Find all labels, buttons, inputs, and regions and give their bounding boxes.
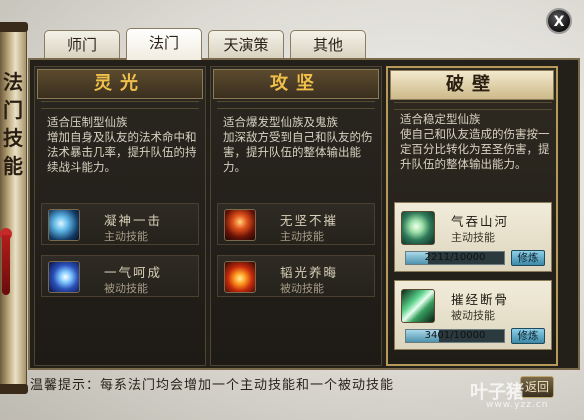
spirit-beast-icon [48,209,80,241]
skill-card[interactable]: 摧经断骨 被动技能 3401/10000 修炼 [394,280,552,350]
skill-type: 主动技能 [104,230,148,243]
tab-shimen[interactable]: 师门 [44,30,120,58]
train-button[interactable]: 修炼 [511,250,545,266]
skill-name: 凝神一击 [104,213,163,228]
description-text: 适合爆发型仙族及鬼族 加深敌方受到自己和队友的伤害，提升队伍的整体输出能力。 [223,115,373,174]
tab-other[interactable]: 其他 [290,30,366,58]
skill-type: 被动技能 [104,282,148,295]
main-panel: 灵光 适合压制型仙族 增加自身及队友的法术命中和法术暴击几率，提升队伍的持续战斗… [28,58,580,370]
skill-card[interactable]: 一气呵成 被动技能 [41,255,199,297]
training-progress-bar: 2211/10000 [405,251,505,265]
fire-burst-icon [224,261,256,293]
tab-tianyance[interactable]: 天演策 [208,30,284,58]
tab-famen[interactable]: 法门 [126,28,202,60]
skill-card[interactable]: 韬光养晦 被动技能 [217,255,375,297]
column-title: 攻坚 [213,69,379,99]
skill-type: 主动技能 [280,230,324,243]
progress-text: 3401/10000 [424,330,486,341]
skill-card[interactable]: 气吞山河 主动技能 2211/10000 修炼 [394,202,552,272]
dragon-head-icon [401,211,435,245]
description-text: 适合压制型仙族 增加自身及队友的法术命中和法术暴击几率，提升队伍的持续战斗能力。 [47,115,197,174]
skill-name: 韬光养晦 [280,265,339,280]
description-text: 适合稳定型仙族 使自己和队友造成的伤害按一定百分比转化为至圣伤害，提升队伍的整体… [400,112,550,171]
side-scroll: 法门技能 [0,22,28,394]
skill-window: 法门技能 X 师门 法门 天演策 其他 灵光 适合压制型仙族 增加自身及队友的法… [0,0,584,420]
blue-swirl-icon [48,261,80,293]
fire-warrior-icon [224,209,256,241]
column-description: 适合稳定型仙族 使自己和队友造成的伤害按一定百分比转化为至圣伤害，提升队伍的整体… [400,112,552,172]
column-description: 适合爆发型仙族及鬼族 加深敌方受到自己和队友的伤害，提升队伍的整体输出能力。 [223,115,375,175]
column-title: 破壁 [390,70,554,100]
green-blades-icon [401,289,435,323]
column-description: 适合压制型仙族 增加自身及队友的法术命中和法术暴击几率，提升队伍的持续战斗能力。 [47,115,199,175]
return-button[interactable]: 返回 [520,376,554,398]
skill-type: 被动技能 [451,309,495,322]
fret-divider [394,102,552,110]
footer-tip: 温馨提示：每系法门均会增加一个主动技能和一个被动技能 [30,378,395,393]
fret-divider [41,101,199,109]
train-button[interactable]: 修炼 [511,328,545,344]
skill-name: 气吞山河 [451,214,510,229]
skill-name: 无坚不摧 [280,213,339,228]
scroll-cap-bottom [0,384,28,394]
scroll-title: 法门技能 [3,70,23,178]
skill-name: 一气呵成 [104,265,163,280]
column-title: 灵光 [37,69,203,99]
close-button[interactable]: X [546,8,572,34]
training-progress-bar: 3401/10000 [405,329,505,343]
skill-card[interactable]: 凝神一击 主动技能 [41,203,199,245]
tassel-decoration [2,235,10,295]
watermark-url: www.yzz.cn [486,400,549,410]
skill-type: 主动技能 [451,231,495,244]
skill-card[interactable]: 无坚不摧 主动技能 [217,203,375,245]
column-pobi: 破壁 适合稳定型仙族 使自己和队友造成的伤害按一定百分比转化为至圣伤害，提升队伍… [386,66,558,366]
skill-type: 被动技能 [280,282,324,295]
progress-text: 2211/10000 [424,252,486,263]
fret-divider [217,101,375,109]
skill-name: 摧经断骨 [451,292,510,307]
column-gongjian: 攻坚 适合爆发型仙族及鬼族 加深敌方受到自己和队友的伤害，提升队伍的整体输出能力… [210,66,382,366]
scroll-cap-top [0,22,28,32]
column-lingguang: 灵光 适合压制型仙族 增加自身及队友的法术命中和法术暴击几率，提升队伍的持续战斗… [34,66,206,366]
